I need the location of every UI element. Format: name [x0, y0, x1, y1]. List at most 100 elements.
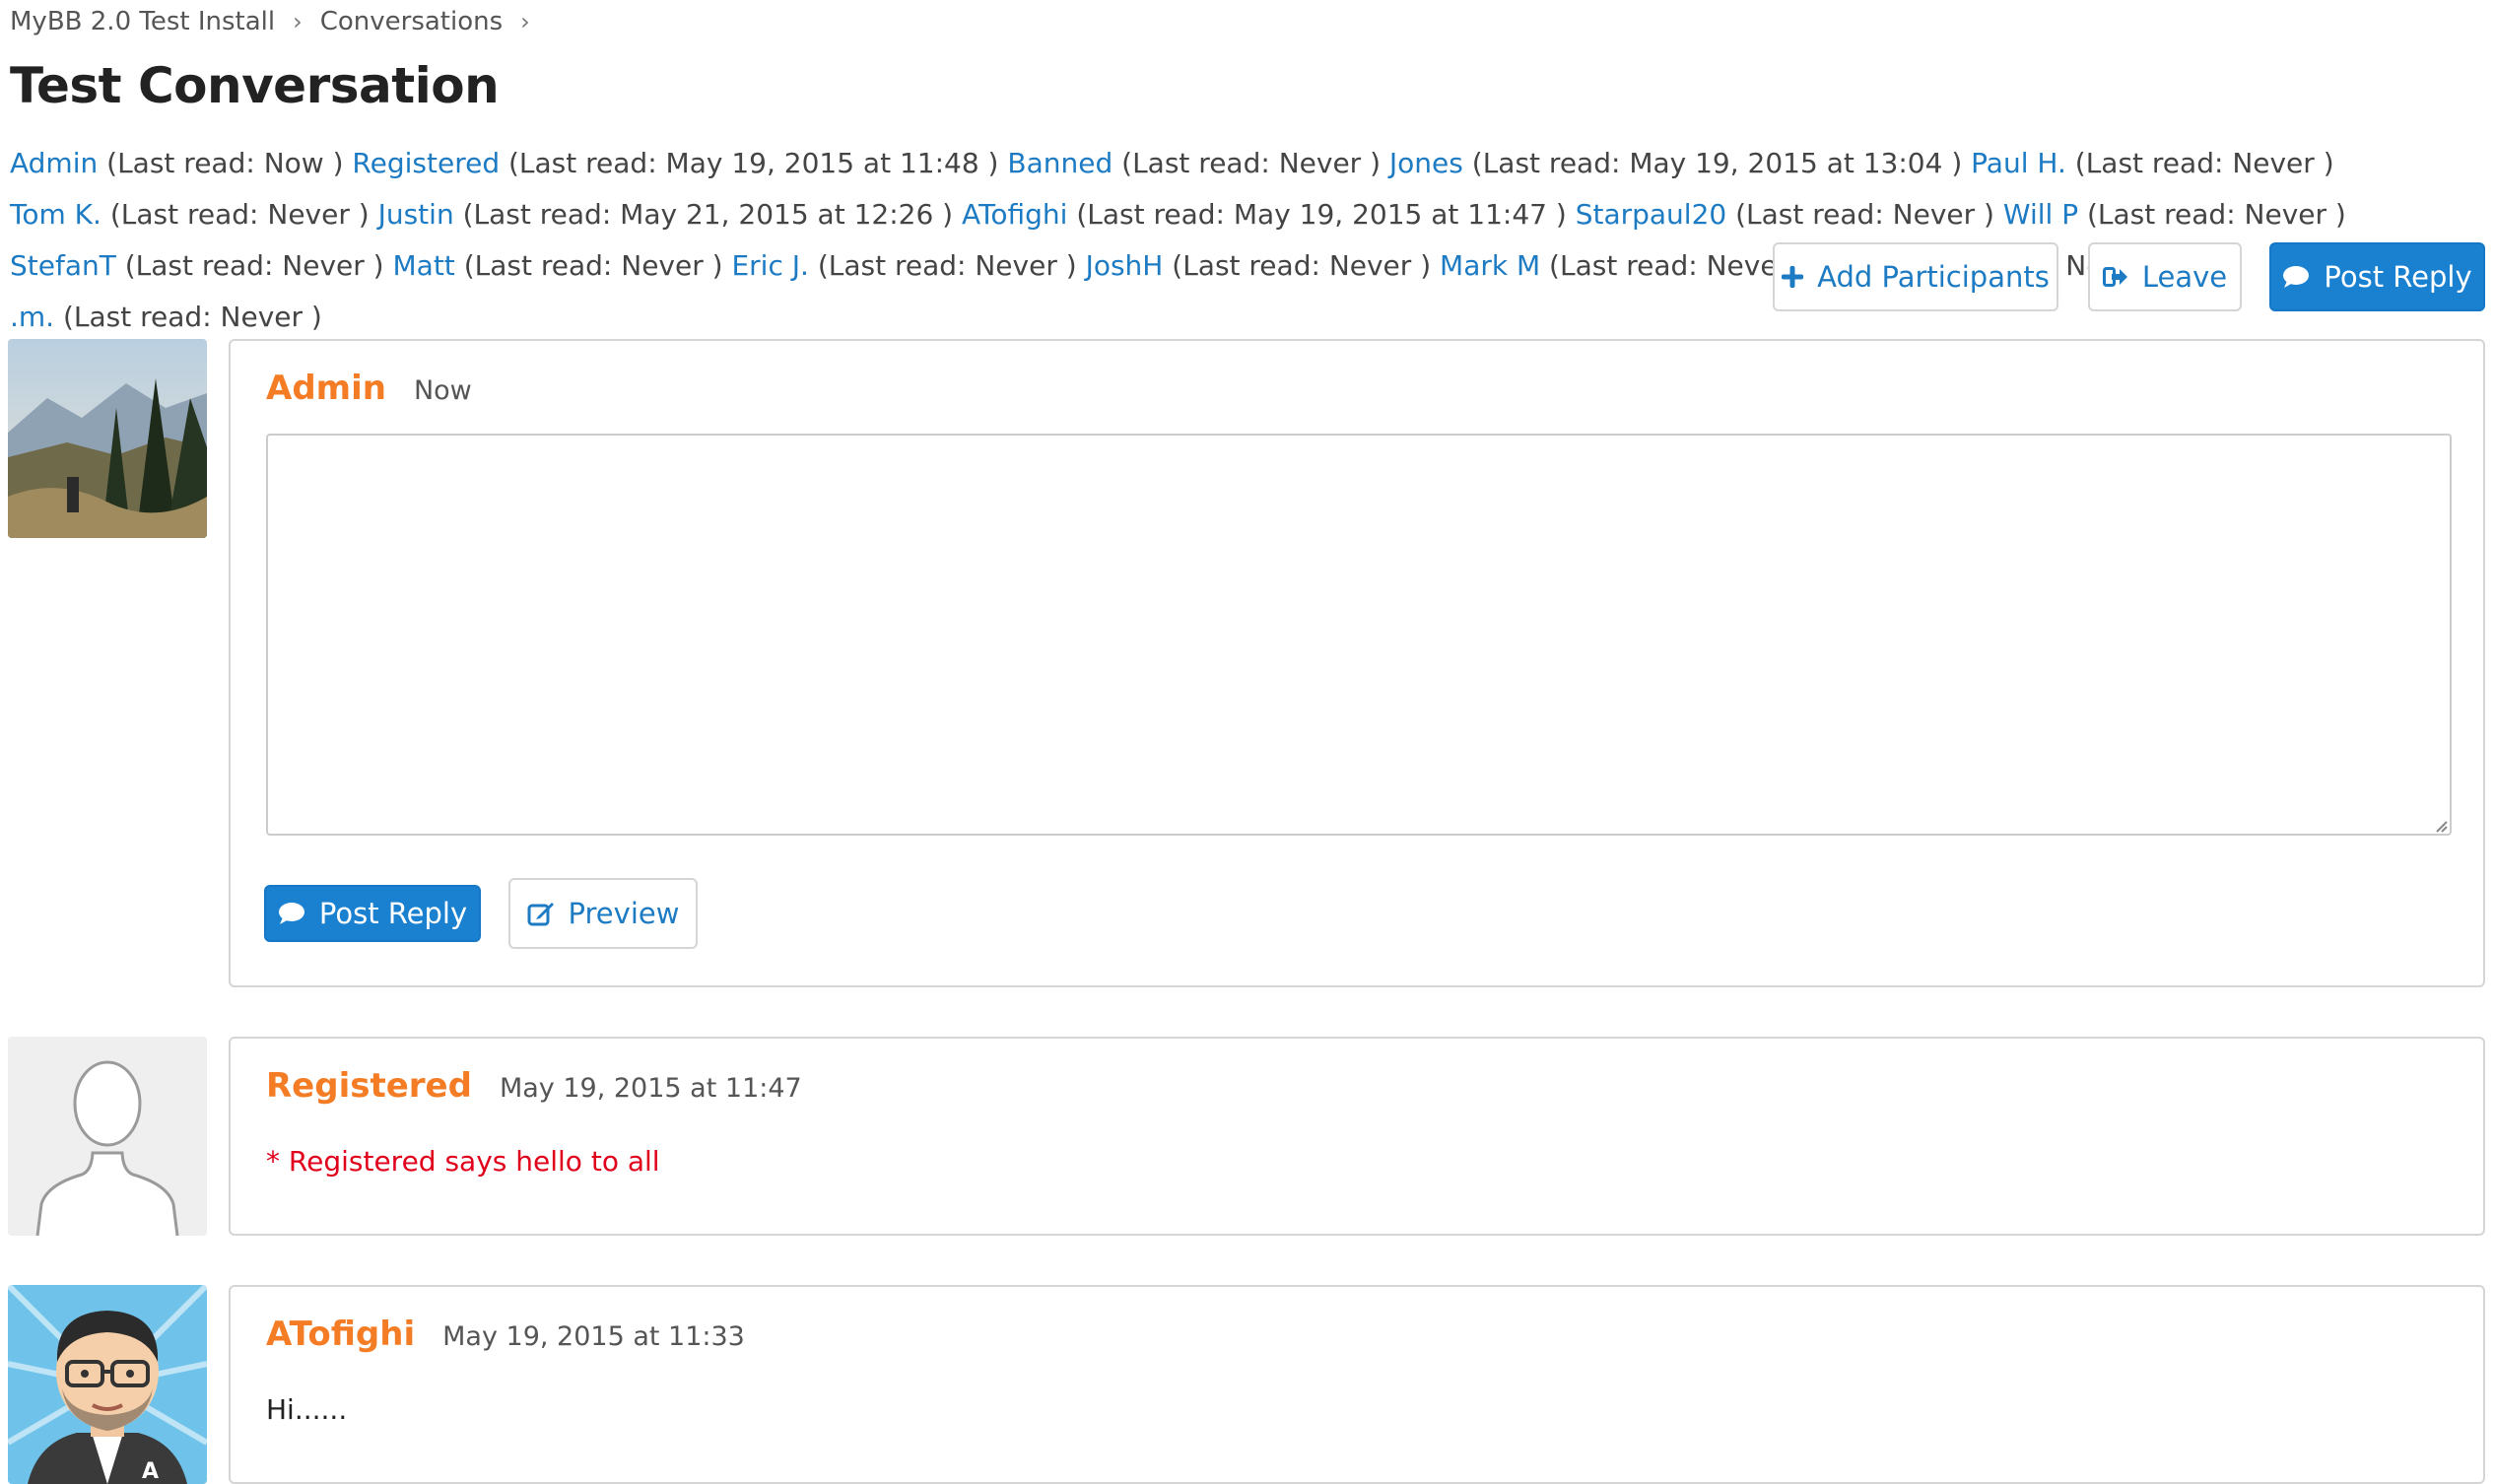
- add-participants-button[interactable]: Add Participants: [1773, 242, 2058, 311]
- participant-last-read-close: ): [2314, 147, 2334, 179]
- participant-entry: Justin (Last read: May 21, 2015 at 12:26…: [378, 198, 954, 231]
- participant-entry: Paul H. (Last read: Never ): [1971, 147, 2333, 179]
- message-author-link[interactable]: ATofighi: [266, 1315, 415, 1354]
- participant-last-read-label: (Last read:: [463, 249, 622, 282]
- participant-last-read-label: (Last read:: [1076, 198, 1234, 231]
- breadcrumb-separator: ›: [293, 8, 303, 35]
- preview-button[interactable]: Preview: [508, 878, 698, 949]
- participant-last-read-close: ): [1546, 198, 1567, 231]
- participant-link[interactable]: Matt: [393, 249, 455, 282]
- participant-link[interactable]: .m.: [10, 301, 54, 333]
- add-participants-label: Add Participants: [1817, 260, 2050, 294]
- reply-textarea[interactable]: [266, 434, 2452, 836]
- participant-last-read-close: ): [1056, 249, 1077, 282]
- post-reply-label: Post Reply: [2324, 260, 2472, 294]
- page-title: Test Conversation: [10, 57, 500, 114]
- avatar-registered[interactable]: [8, 1037, 207, 1236]
- participant-entry: .m. (Last read: Never ): [10, 301, 322, 333]
- breadcrumb-conversations-link[interactable]: Conversations: [320, 7, 503, 36]
- participant-link[interactable]: Will P: [2003, 198, 2078, 231]
- participant-entry: Matt (Last read: Never ): [393, 249, 723, 282]
- reply-author-link[interactable]: Admin: [266, 369, 386, 408]
- participant-last-read: Never: [220, 301, 303, 333]
- participant-last-read-close: ): [1411, 249, 1432, 282]
- edit-icon: [527, 901, 555, 926]
- message-card: ATofighi May 19, 2015 at 11:33 Hi......: [229, 1285, 2485, 1484]
- participant-entry: Admin (Last read: Now ): [10, 147, 344, 179]
- participant-entry: ATofighi (Last read: May 19, 2015 at 11:…: [962, 198, 1567, 231]
- reply-time: Now: [413, 375, 472, 406]
- participant-last-read-close: ): [1975, 198, 1994, 231]
- participant-last-read-label: (Last read:: [1735, 198, 1893, 231]
- submit-reply-button[interactable]: Post Reply: [264, 885, 481, 942]
- participant-last-read-label: (Last read:: [1549, 249, 1707, 282]
- participant-link[interactable]: Starpaul20: [1576, 198, 1727, 231]
- participant-last-read-label: (Last read:: [817, 249, 976, 282]
- participant-last-read: Never: [975, 249, 1057, 282]
- participant-last-read-label: (Last read:: [508, 147, 666, 179]
- participant-link[interactable]: Mark M: [1440, 249, 1540, 282]
- plus-icon: [1782, 266, 1804, 288]
- participant-link[interactable]: Paul H.: [1971, 147, 2066, 179]
- participant-last-read-label: (Last read:: [109, 198, 268, 231]
- participant-link[interactable]: Tom K.: [10, 198, 101, 231]
- participant-last-read: Never: [2232, 147, 2315, 179]
- participant-last-read-label: (Last read:: [1471, 147, 1630, 179]
- resize-handle-icon[interactable]: [2434, 818, 2448, 837]
- participant-last-read-label: (Last read:: [106, 147, 264, 179]
- participant-link[interactable]: JoshH: [1086, 249, 1164, 282]
- message-body: * Registered says hello to all: [266, 1145, 660, 1178]
- participant-last-read-label: (Last read:: [62, 301, 221, 333]
- participant-last-read-label: (Last read:: [2087, 198, 2245, 231]
- breadcrumb-home-link[interactable]: MyBB 2.0 Test Install: [10, 7, 275, 36]
- participant-entry: Will P (Last read: Never ): [2003, 198, 2346, 231]
- participant-last-read-close: ): [323, 147, 344, 179]
- message-time: May 19, 2015 at 11:33: [442, 1321, 745, 1352]
- participant-link[interactable]: ATofighi: [962, 198, 1067, 231]
- participant-link[interactable]: Eric J.: [731, 249, 808, 282]
- message-time: May 19, 2015 at 11:47: [499, 1073, 802, 1104]
- post-reply-button[interactable]: Post Reply: [2269, 242, 2485, 311]
- message-header: Registered May 19, 2015 at 11:47: [266, 1066, 802, 1106]
- participant-entry: Tom K. (Last read: Never ): [10, 198, 370, 231]
- participant-last-read-close: ): [978, 147, 999, 179]
- participant-last-read: Never: [1892, 198, 1976, 231]
- participant-link[interactable]: Justin: [378, 198, 454, 231]
- leave-label: Leave: [2141, 260, 2228, 294]
- participant-last-read: Now: [263, 147, 324, 179]
- svg-text:A: A: [142, 1459, 159, 1484]
- participants-list: Admin (Last read: Now ) Registered (Last…: [10, 138, 2473, 343]
- participant-last-read-close: ): [933, 198, 954, 231]
- participant-last-read-close: ): [303, 301, 322, 333]
- participant-last-read: Never: [1328, 249, 1412, 282]
- participant-link[interactable]: Registered: [352, 147, 500, 179]
- participant-last-read-label: (Last read:: [1172, 249, 1329, 282]
- participant-last-read: Never: [1278, 147, 1362, 179]
- participant-last-read: Never: [2244, 198, 2327, 231]
- participant-entry: Registered (Last read: May 19, 2015 at 1…: [352, 147, 998, 179]
- comment-icon: [278, 902, 305, 925]
- participant-entry: JoshH (Last read: Never ): [1086, 249, 1432, 282]
- participant-entry: Jones (Last read: May 19, 2015 at 13:04 …: [1389, 147, 1962, 179]
- participant-last-read: May 19, 2015 at 13:04: [1629, 147, 1943, 179]
- participant-link[interactable]: Admin: [10, 147, 98, 179]
- avatar-atofighi[interactable]: A: [8, 1285, 207, 1484]
- preview-label: Preview: [568, 897, 680, 930]
- participant-link[interactable]: Jones: [1389, 147, 1463, 179]
- participant-link[interactable]: Banned: [1007, 147, 1113, 179]
- message-header: ATofighi May 19, 2015 at 11:33: [266, 1315, 745, 1354]
- participant-last-read-close: ): [1942, 147, 1963, 179]
- participant-last-read-close: ): [2326, 198, 2346, 231]
- message-author-link[interactable]: Registered: [266, 1066, 472, 1106]
- submit-reply-label: Post Reply: [318, 897, 468, 930]
- participant-entry: Mark M (Last read: Never ): [1440, 249, 1808, 282]
- participant-last-read-close: ): [349, 198, 370, 231]
- participant-link[interactable]: StefanT: [10, 249, 116, 282]
- participant-last-read-close: ): [1361, 147, 1382, 179]
- participant-entry: StefanT (Last read: Never ): [10, 249, 384, 282]
- participant-last-read-label: (Last read:: [462, 198, 621, 231]
- participant-last-read: May 19, 2015 at 11:47: [1233, 198, 1547, 231]
- leave-button[interactable]: Leave: [2088, 242, 2242, 311]
- avatar-admin[interactable]: [8, 339, 207, 538]
- participant-last-read-label: (Last read:: [124, 249, 283, 282]
